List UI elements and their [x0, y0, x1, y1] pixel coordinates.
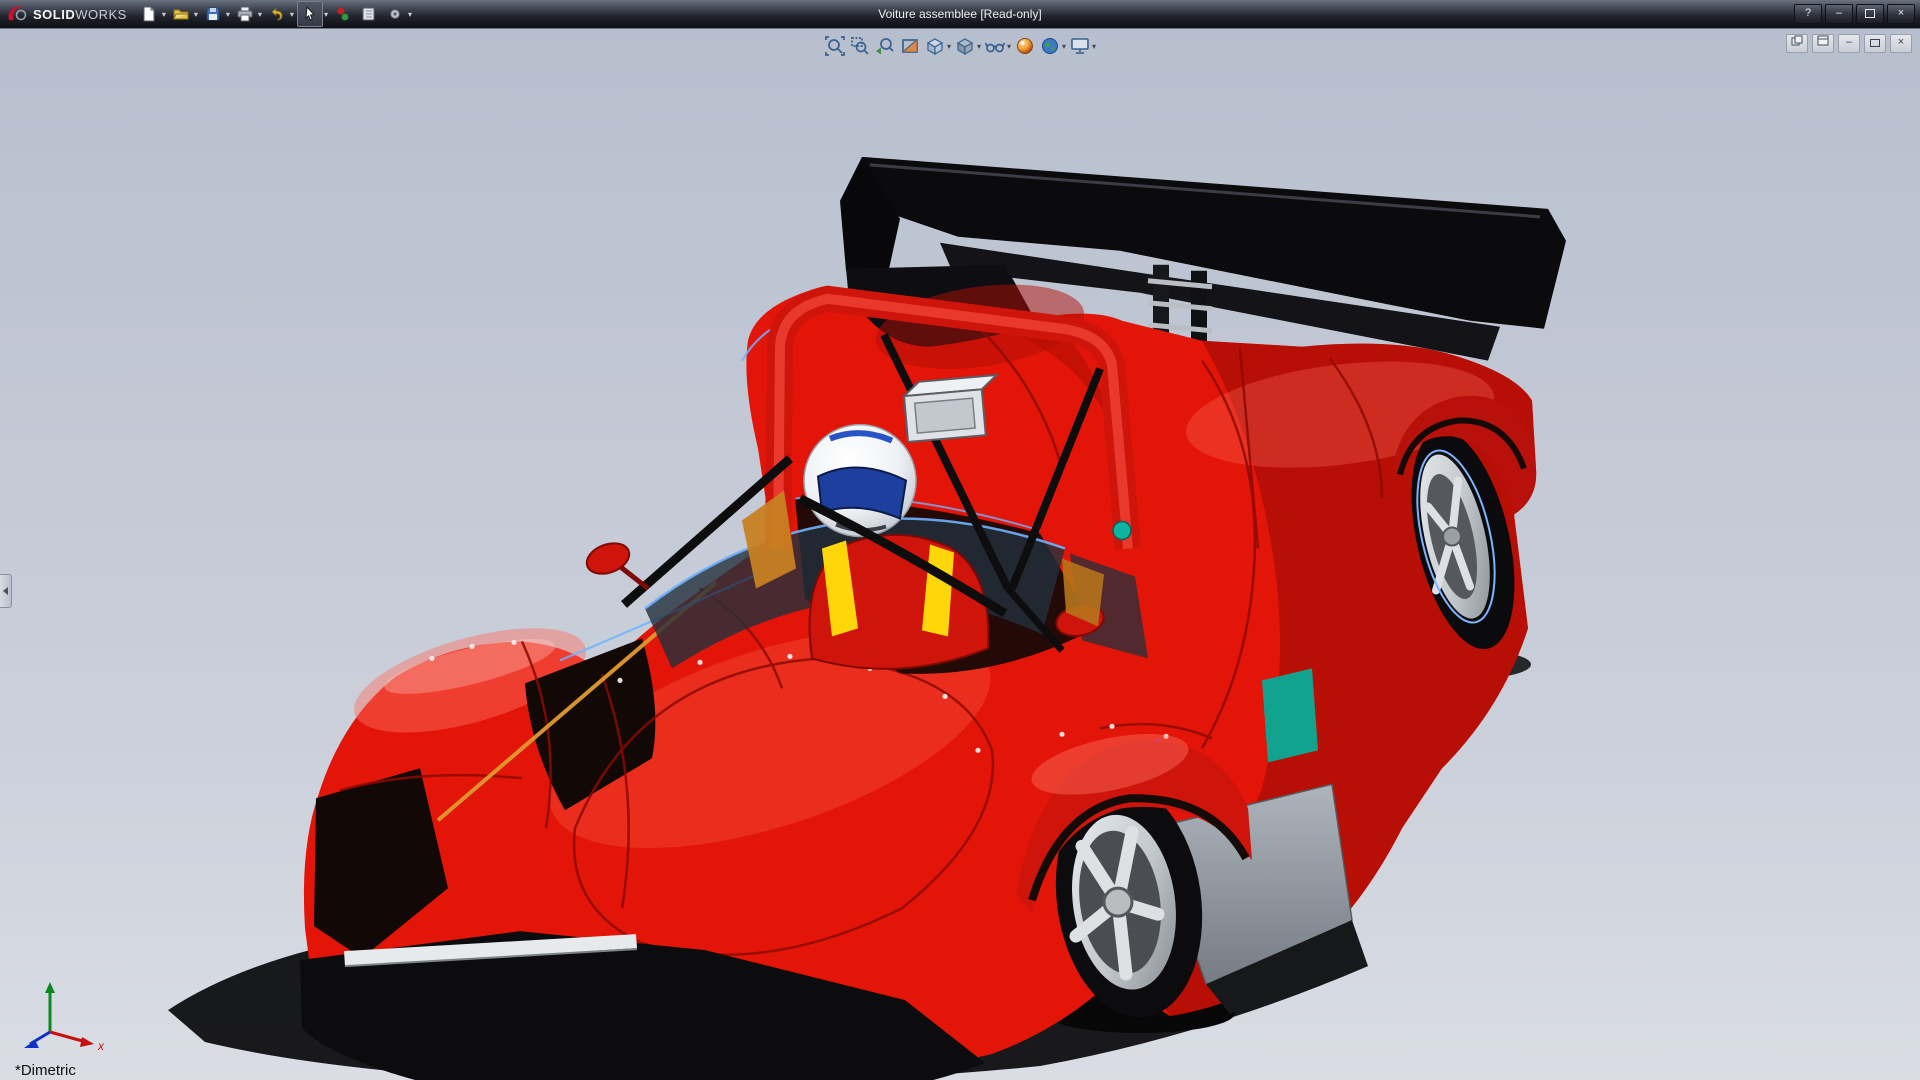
new-document-icon[interactable]	[137, 2, 161, 26]
view-orientation-dropdown-icon[interactable]: ▾	[947, 42, 951, 51]
document-window-controls: – ×	[1786, 34, 1912, 53]
options-dropdown-icon[interactable]: ▾	[408, 10, 412, 19]
design-binder-icon[interactable]	[357, 2, 381, 26]
help-button[interactable]: ?	[1794, 4, 1822, 24]
window-controls: ? – ×	[1794, 4, 1915, 24]
heads-up-view-toolbar: ▾ ▾ ▾	[823, 34, 1097, 58]
graphics-area[interactable]: ▾ ▾ ▾	[0, 29, 1920, 1080]
undo-dropdown-icon[interactable]: ▾	[290, 10, 294, 19]
titlebar: SOLIDWORKS ▾ ▾ ▾ ▾ ▾ ▾	[0, 0, 1920, 29]
reference-triad: x	[16, 976, 112, 1054]
save-dropdown-icon[interactable]: ▾	[226, 10, 230, 19]
hide-show-dropdown-icon[interactable]: ▾	[1007, 42, 1011, 51]
zoom-to-fit-icon[interactable]	[823, 34, 847, 58]
ds-logo-icon	[6, 4, 28, 24]
orientation-label: *Dimetric	[15, 1062, 76, 1079]
model-scene[interactable]	[0, 29, 1920, 1080]
apply-scene-dropdown-icon[interactable]: ▾	[1062, 42, 1066, 51]
window-b-icon[interactable]	[1812, 34, 1834, 53]
maximize-button[interactable]	[1856, 4, 1884, 24]
undo-icon[interactable]	[265, 2, 289, 26]
view-settings-dropdown-icon[interactable]: ▾	[1092, 42, 1096, 51]
window-a-icon[interactable]	[1786, 34, 1808, 53]
window-title: Voiture assemblee [Read-only]	[878, 7, 1041, 21]
print-dropdown-icon[interactable]: ▾	[258, 10, 262, 19]
select-dropdown-icon[interactable]: ▾	[324, 10, 328, 19]
close-document-button[interactable]: ×	[1890, 34, 1912, 53]
open-document-dropdown-icon[interactable]: ▾	[194, 10, 198, 19]
solidworks-logo: SOLIDWORKS	[0, 4, 137, 24]
restore-document-button[interactable]	[1864, 34, 1886, 53]
edit-appearance-icon[interactable]	[1013, 34, 1037, 58]
hide-show-items-icon[interactable]	[983, 34, 1007, 58]
previous-view-icon[interactable]	[873, 34, 897, 58]
new-document-dropdown-icon[interactable]: ▾	[162, 10, 166, 19]
view-orientation-icon[interactable]	[923, 34, 947, 58]
select-cursor-icon[interactable]	[297, 1, 323, 27]
save-icon[interactable]	[201, 2, 225, 26]
zoom-to-area-icon[interactable]	[848, 34, 872, 58]
close-button[interactable]: ×	[1887, 4, 1915, 24]
brand-text: SOLIDWORKS	[33, 7, 127, 22]
display-style-icon[interactable]	[953, 34, 977, 58]
minimize-button[interactable]: –	[1825, 4, 1853, 24]
view-settings-icon[interactable]	[1068, 34, 1092, 58]
minimize-document-button[interactable]: –	[1838, 34, 1860, 53]
apply-scene-icon[interactable]	[1038, 34, 1062, 58]
featuremanager-collapse-tab[interactable]	[0, 574, 12, 608]
display-style-dropdown-icon[interactable]: ▾	[977, 42, 981, 51]
print-icon[interactable]	[233, 2, 257, 26]
options-icon[interactable]	[383, 2, 407, 26]
color-toggle-icon[interactable]	[331, 2, 355, 26]
triad-x-label: x	[97, 1039, 105, 1053]
main-toolbar: ▾ ▾ ▾ ▾ ▾ ▾ ▾	[137, 1, 413, 27]
section-view-icon[interactable]	[898, 34, 922, 58]
open-document-icon[interactable]	[169, 2, 193, 26]
